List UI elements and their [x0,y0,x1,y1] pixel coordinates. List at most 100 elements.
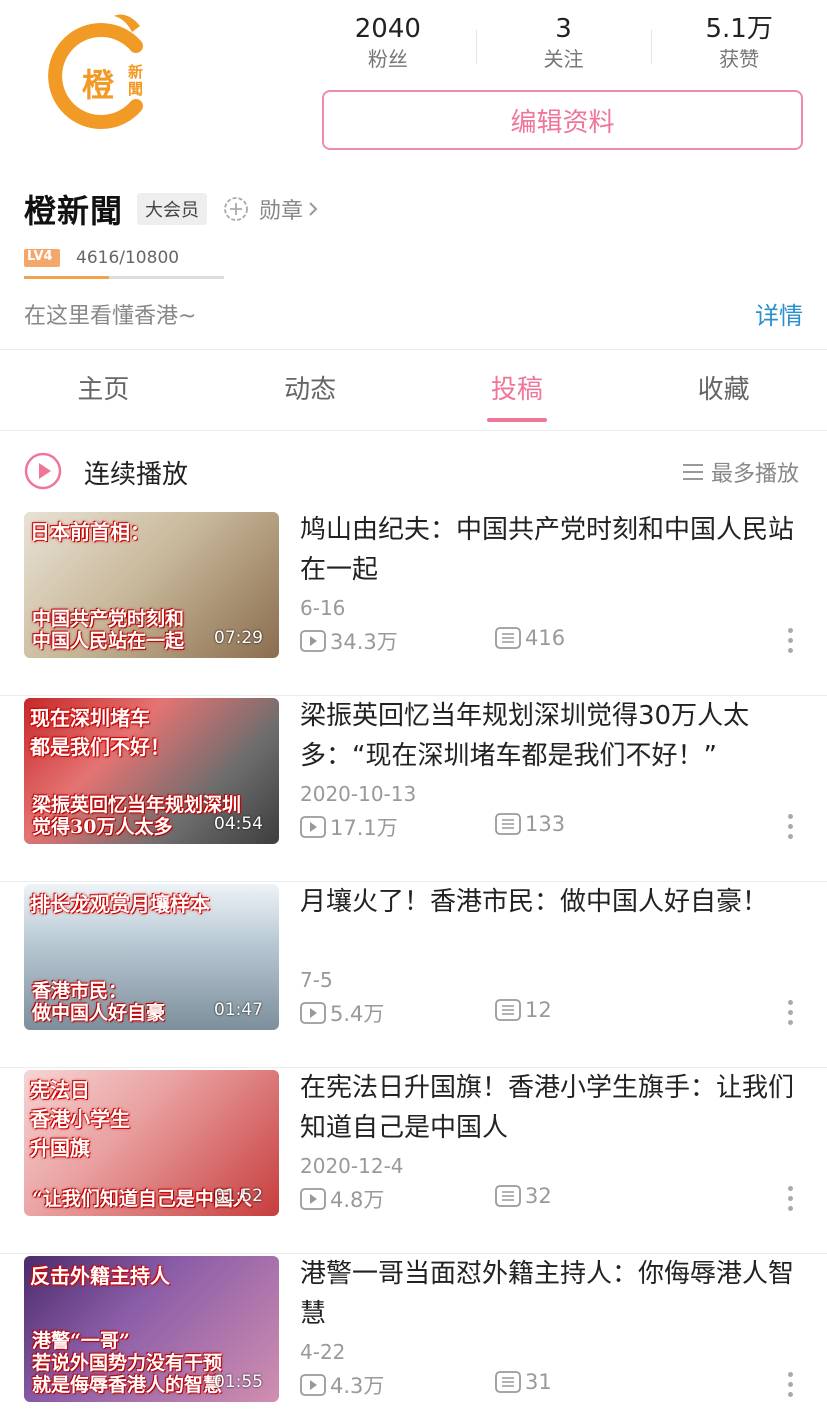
stat-value: 3 [555,14,572,44]
video-comment-count: 416 [495,626,565,650]
video-list-item[interactable]: 反击外籍主持人 港警“一哥” 若说外国势力没有干预 就是侮辱香港人的智慧 01:… [0,1254,827,1427]
tab-home[interactable]: 主页 [0,350,207,430]
play-circle-icon[interactable] [24,452,62,490]
more-options-icon[interactable] [785,814,795,844]
stat-likes[interactable]: 5.1万 获赞 [651,12,827,82]
profile-stats: 2040 粉丝 3 关注 5.1万 获赞 [300,12,827,82]
play-count-icon [300,630,326,652]
video-duration: 04:54 [214,814,263,834]
video-title[interactable]: 月壤火了！香港市民：做中国人好自豪！ [300,882,810,922]
video-date: 2020-10-13 [300,782,417,806]
experience-text: 4616/10800 [76,248,180,268]
play-count-value: 4.8万 [330,1188,385,1212]
video-date: 2020-12-4 [300,1154,404,1178]
play-count-value: 34.3万 [330,630,398,654]
thumbnail-caption-bottom: 香港市民： 做中国人好自豪 [32,980,166,1024]
comment-count-icon [495,1371,521,1393]
channel-signature: 在这里看懂香港~ [24,304,197,329]
video-play-count: 34.3万 [300,626,398,656]
menu-lines-icon [682,464,703,480]
video-duration: 07:29 [214,628,263,648]
experience-bar [24,276,224,279]
play-count-icon [300,1374,326,1396]
play-count-icon [300,816,326,838]
stat-followers[interactable]: 2040 粉丝 [300,12,476,82]
video-title[interactable]: 在宪法日升国旗！香港小学生旗手：让我们知道自己是中国人 [300,1068,810,1148]
video-thumbnail[interactable]: 排长龙观赏月壤样本 香港市民： 做中国人好自豪 01:47 [24,884,279,1030]
experience-bar-fill [24,276,110,279]
video-title[interactable]: 鸠山由纪夫：中国共产党时刻和中国人民站在一起 [300,510,810,590]
medal-icon [224,197,248,221]
comment-count-value: 416 [525,626,566,650]
logo-subtext: 新聞 [128,63,144,98]
sort-button[interactable]: 最多播放 [681,456,799,488]
edit-profile-button[interactable]: 编辑资料 [322,90,803,150]
comment-count-icon [495,1185,521,1207]
thumbnail-caption-top: 宪法日 香港小学生 升国旗 [30,1078,130,1160]
play-count-value: 4.3万 [330,1374,385,1398]
sort-label: 最多播放 [710,462,799,487]
channel-name: 橙新聞 [24,192,124,230]
stat-label: 粉丝 [367,47,408,71]
video-title[interactable]: 梁振英回忆当年规划深圳觉得30万人太多：“现在深圳堵车都是我们不好！” [300,696,810,776]
video-date: 6-16 [300,596,346,620]
medal-link[interactable]: 勋章 [223,193,331,225]
more-options-icon[interactable] [785,628,795,658]
video-list-item[interactable]: 现在深圳堵车 都是我们不好！ 梁振英回忆当年规划深圳 觉得30万人太多 04:5… [0,696,827,882]
video-title[interactable]: 港警一哥当面怼外籍主持人：你侮辱港人智慧 [300,1254,810,1334]
thumbnail-caption-bottom: 梁振英回忆当年规划深圳 觉得30万人太多 [32,794,242,838]
comment-count-icon [495,627,521,649]
video-play-count: 5.4万 [300,998,384,1028]
video-comment-count: 12 [495,998,552,1022]
detail-link[interactable]: 详情 [755,296,803,331]
comment-count-value: 32 [525,1184,552,1208]
play-count-value: 17.1万 [330,816,398,840]
video-thumbnail[interactable]: 反击外籍主持人 港警“一哥” 若说外国势力没有干预 就是侮辱香港人的智慧 01:… [24,1256,279,1402]
video-play-count: 4.3万 [300,1370,384,1400]
video-duration: 01:47 [214,1000,263,1020]
channel-logo[interactable]: 橙 新聞 [48,6,156,134]
comment-count-icon [495,813,521,835]
more-options-icon[interactable] [785,1186,795,1216]
level-badge-text: LV4 [27,249,53,264]
vip-badge[interactable]: 大会员 [137,193,208,225]
video-duration: 01:52 [214,1186,263,1206]
stat-following[interactable]: 3 关注 [475,12,652,82]
play-count-icon [300,1188,326,1210]
video-thumbnail[interactable]: 日本前首相： 中国共产党时刻和 中国人民站在一起 07:29 [24,512,279,658]
thumbnail-caption-top: 反击外籍主持人 [30,1264,170,1288]
tab-dynamics[interactable]: 动态 [207,350,414,430]
video-play-count: 17.1万 [300,812,398,842]
profile-header: 橙 新聞 2040 粉丝 3 关注 5.1万 获赞 编辑资料 橙新聞 大会员 勋… [0,0,827,350]
play-count-icon [300,1002,326,1024]
level-row: LV4 4616/10800 [24,248,179,268]
name-row: 橙新聞 大会员 勋章 [24,186,331,232]
thumbnail-caption-top: 现在深圳堵车 都是我们不好！ [30,706,170,759]
tab-favorites[interactable]: 收藏 [620,350,827,430]
video-list-item[interactable]: 排长龙观赏月壤样本 香港市民： 做中国人好自豪 01:47 月壤火了！香港市民：… [0,882,827,1068]
video-thumbnail[interactable]: 宪法日 香港小学生 升国旗 “让我们知道自己是中国人 01:52 [24,1070,279,1216]
continuous-play-label[interactable]: 连续播放 [84,454,188,491]
video-thumbnail[interactable]: 现在深圳堵车 都是我们不好！ 梁振英回忆当年规划深圳 觉得30万人太多 04:5… [24,698,279,844]
thumbnail-caption-bottom: 中国共产党时刻和 中国人民站在一起 [32,608,185,652]
comment-count-value: 12 [525,998,552,1022]
video-list: 日本前首相： 中国共产党时刻和 中国人民站在一起 07:29 鸠山由纪夫：中国共… [0,510,827,1427]
stat-label: 获赞 [719,47,760,71]
play-count-value: 5.4万 [330,1002,385,1026]
video-comment-count: 32 [495,1184,552,1208]
video-list-item[interactable]: 宪法日 香港小学生 升国旗 “让我们知道自己是中国人 01:52 在宪法日升国旗… [0,1068,827,1254]
comment-count-value: 133 [525,812,566,836]
tab-uploads[interactable]: 投稿 [414,350,621,430]
thumbnail-caption-top: 日本前首相： [30,520,150,544]
profile-tabs: 主页 动态 投稿 收藏 [0,349,827,431]
medal-label: 勋章 [259,199,304,224]
video-list-item[interactable]: 日本前首相： 中国共产党时刻和 中国人民站在一起 07:29 鸠山由纪夫：中国共… [0,510,827,696]
comment-count-icon [495,999,521,1021]
comment-count-value: 31 [525,1370,552,1394]
more-options-icon[interactable] [785,1000,795,1030]
video-duration: 01:55 [214,1372,263,1392]
video-play-count: 4.8万 [300,1184,384,1214]
more-options-icon[interactable] [785,1372,795,1402]
video-comment-count: 31 [495,1370,552,1394]
play-controls: 连续播放 最多播放 [0,432,827,510]
